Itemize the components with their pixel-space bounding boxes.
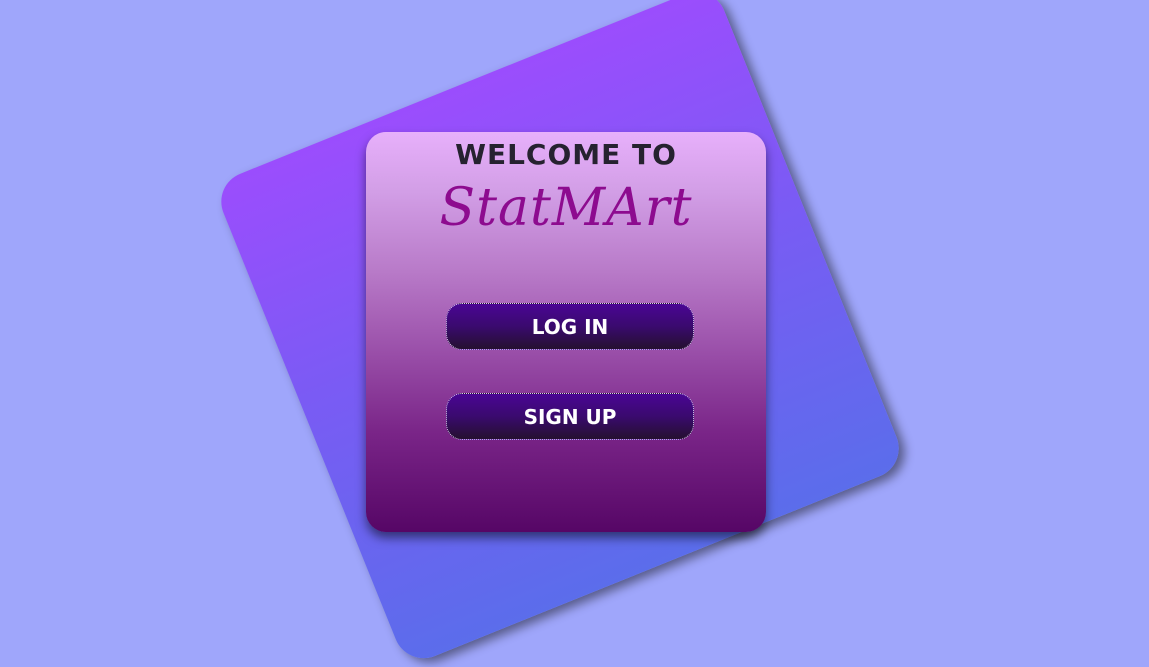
- welcome-heading: WELCOME TO: [455, 138, 677, 171]
- brand-logo-text: StatMArt: [439, 178, 693, 238]
- signup-button[interactable]: SIGN UP: [446, 393, 694, 440]
- welcome-card: WELCOME TO StatMArt LOG IN SIGN UP: [366, 132, 766, 532]
- login-button[interactable]: LOG IN: [446, 303, 694, 350]
